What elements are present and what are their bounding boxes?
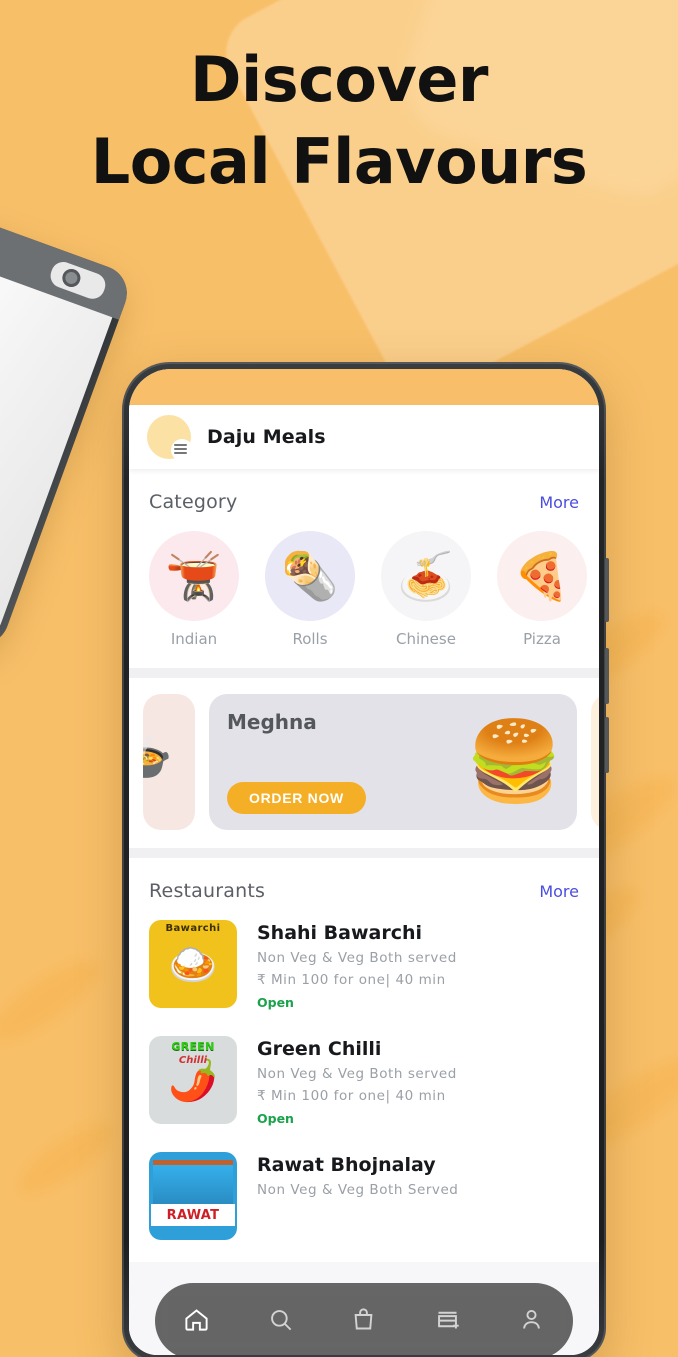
banner-card-next[interactable] <box>591 694 599 830</box>
category-title: Category <box>149 491 238 513</box>
banner-strip: 🍲 Meghna ORDER NOW 🍔 <box>129 694 599 830</box>
category-label-indian: Indian <box>170 630 218 648</box>
power-button[interactable] <box>605 717 609 773</box>
category-item-pizza[interactable]: 🍕 Pizza <box>497 531 587 648</box>
banner-carousel[interactable]: 🍲 Meghna ORDER NOW 🍔 <box>129 678 599 848</box>
category-label-rolls: Rolls <box>292 630 328 648</box>
banner-card-active[interactable]: Meghna ORDER NOW 🍔 <box>209 694 577 830</box>
restaurant-name: Green Chilli <box>257 1038 382 1060</box>
banner-burger-image: 🍔 <box>465 717 563 807</box>
category-label-chinese: Chinese <box>396 630 456 648</box>
thumbnail-awning <box>153 1160 233 1204</box>
restaurant-price-time: ₹ Min 100 for one| 40 min <box>257 972 446 988</box>
banner-prev-image: 🍲 <box>143 731 172 783</box>
category-list[interactable]: 🫕 Indian 🌯 Rolls 🍝 Chinese 🍕 Pizza <box>129 517 599 668</box>
nav-search-button[interactable] <box>258 1299 302 1343</box>
thumbnail-image: 🍛 <box>168 941 218 988</box>
restaurant-more-link[interactable]: More <box>539 882 579 901</box>
scroll-body[interactable]: Category More 🫕 Indian 🌯 Rolls 🍝 Chinese <box>129 469 599 1355</box>
order-now-button[interactable]: ORDER NOW <box>227 782 366 814</box>
restaurant-title: Restaurants <box>149 880 266 902</box>
nav-profile-button[interactable] <box>509 1299 553 1343</box>
status-badge: Open <box>257 995 294 1010</box>
shopping-bag-icon <box>350 1306 377 1337</box>
phone-mockup: Daju Meals Category More 🫕 Indian 🌯 Roll… <box>122 362 609 1357</box>
restaurant-served: Non Veg & Veg Both served <box>257 1066 457 1082</box>
section-divider <box>129 848 599 858</box>
app-title: Daju Meals <box>207 426 326 448</box>
volume-down-button[interactable] <box>605 648 609 704</box>
restaurant-section: Restaurants More Bawarchi 🍛 Shahi Bawarc… <box>129 858 599 1262</box>
restaurant-info: Rawat Bhojnalay Non Veg & Veg Both Serve… <box>257 1152 458 1198</box>
restaurant-served: Non Veg & Veg Both served <box>257 950 457 966</box>
category-item-chinese[interactable]: 🍝 Chinese <box>381 531 471 648</box>
restaurant-price-time: ₹ Min 100 for one| 40 min <box>257 1088 446 1104</box>
home-icon <box>183 1306 210 1337</box>
category-icon-pizza: 🍕 <box>497 531 587 621</box>
nav-home-button[interactable] <box>175 1299 219 1343</box>
restaurant-info: Shahi Bawarchi Non Veg & Veg Both served… <box>257 920 457 1010</box>
restaurant-name: Rawat Bhojnalay <box>257 1154 436 1176</box>
thumbnail-label-2: Chilli <box>178 1055 208 1066</box>
status-badge: Open <box>257 1111 294 1126</box>
category-icon-rolls: 🌯 <box>265 531 355 621</box>
restaurant-section-header: Restaurants More <box>129 858 599 906</box>
restaurant-name: Shahi Bawarchi <box>257 922 423 944</box>
restaurant-info: Green Chilli Non Veg & Veg Both served ₹… <box>257 1036 457 1126</box>
category-section: Category More 🫕 Indian 🌯 Rolls 🍝 Chinese <box>129 469 599 668</box>
app-logo[interactable] <box>147 415 193 461</box>
category-icon-chinese: 🍝 <box>381 531 471 621</box>
category-more-link[interactable]: More <box>539 493 579 512</box>
thumbnail-label: GREEN <box>171 1040 215 1053</box>
hamburger-menu-icon[interactable] <box>174 444 187 454</box>
nav-add-store-button[interactable] <box>426 1299 470 1343</box>
phone-screen: Daju Meals Category More 🫕 Indian 🌯 Roll… <box>129 369 599 1355</box>
restaurant-row[interactable]: Bawarchi 🍛 Shahi Bawarchi Non Veg & Veg … <box>129 906 599 1022</box>
category-item-indian[interactable]: 🫕 Indian <box>149 531 239 648</box>
thumbnail-label: RAWAT <box>151 1204 235 1226</box>
restaurant-thumbnail: Bawarchi 🍛 <box>149 920 237 1008</box>
nav-orders-button[interactable] <box>342 1299 386 1343</box>
section-divider <box>129 668 599 678</box>
camera-icon <box>47 258 109 303</box>
restaurant-thumbnail: GREEN Chilli 🌶️ <box>149 1036 237 1124</box>
restaurant-thumbnail: RAWAT <box>149 1152 237 1240</box>
bottom-navigation-bar[interactable] <box>155 1283 573 1355</box>
thumbnail-label: Bawarchi <box>165 923 221 934</box>
search-icon <box>267 1306 294 1337</box>
restaurant-row[interactable]: GREEN Chilli 🌶️ Green Chilli Non Veg & V… <box>129 1022 599 1138</box>
app-bar: Daju Meals <box>129 405 599 469</box>
category-label-pizza: Pizza <box>523 630 561 648</box>
promo-headline: Discover Local Flavours <box>0 43 678 198</box>
volume-up-button[interactable] <box>605 558 609 622</box>
category-item-rolls[interactable]: 🌯 Rolls <box>265 531 355 648</box>
person-icon <box>518 1306 545 1337</box>
headline-line-1: Discover <box>189 43 489 116</box>
status-bar <box>129 369 599 405</box>
banner-card-previous[interactable]: 🍲 <box>143 694 195 830</box>
add-store-icon <box>434 1306 461 1337</box>
headline-line-2: Local Flavours <box>90 124 588 198</box>
restaurant-row[interactable]: RAWAT Rawat Bhojnalay Non Veg & Veg Both… <box>129 1138 599 1252</box>
category-section-header: Category More <box>129 469 599 517</box>
category-icon-indian: 🫕 <box>149 531 239 621</box>
restaurant-served: Non Veg & Veg Both Served <box>257 1182 459 1198</box>
